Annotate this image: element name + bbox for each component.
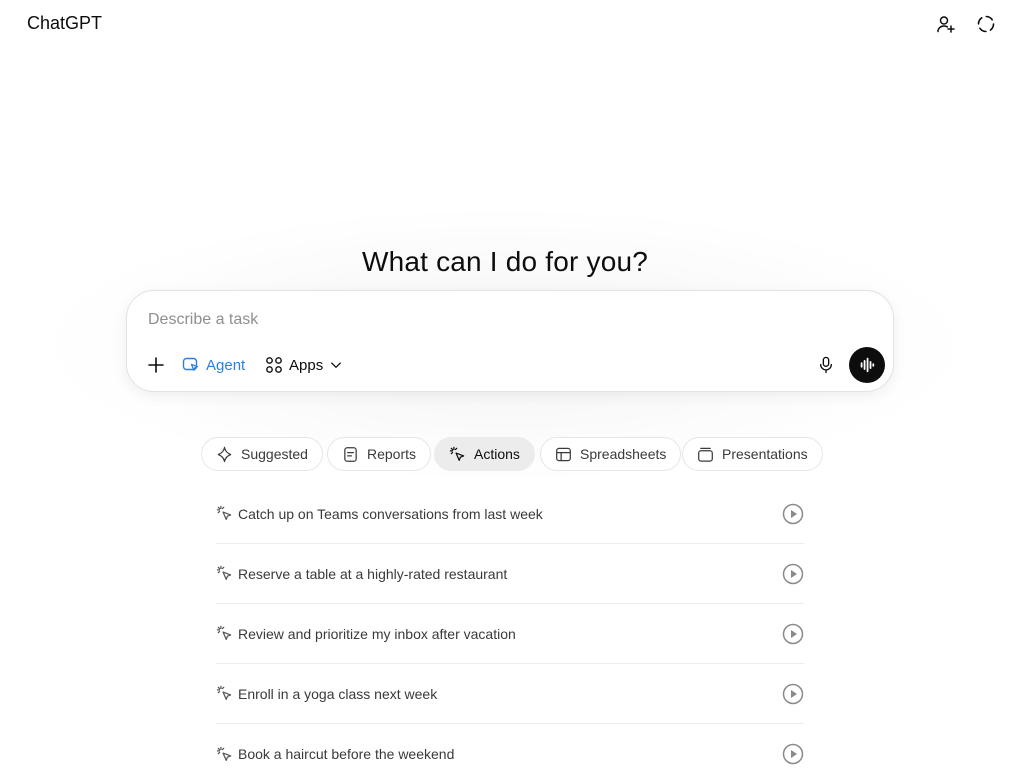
- app-root: ChatGPT What can I do for you? Describe …: [0, 0, 1010, 780]
- list-item-label: Reserve a table at a highly-rated restau…: [238, 565, 508, 582]
- list-item[interactable]: Reserve a table at a highly-rated restau…: [216, 544, 804, 604]
- table-icon: [556, 447, 571, 461]
- task-input[interactable]: Describe a task: [148, 311, 258, 329]
- add-person-icon: [937, 16, 955, 33]
- apps-label: Apps: [289, 356, 324, 374]
- list-item[interactable]: Catch up on Teams conversations from las…: [216, 484, 804, 544]
- tab-label: Spreadsheets: [580, 446, 667, 462]
- document-icon: [344, 446, 357, 462]
- tab-label: Actions: [474, 446, 520, 462]
- cursor-click-icon: [449, 446, 465, 461]
- play-icon[interactable]: [782, 683, 804, 705]
- voice-mode-button[interactable]: [849, 347, 885, 383]
- tab-spreadsheets[interactable]: Spreadsheets: [540, 437, 682, 471]
- cursor-click-icon: [216, 685, 234, 703]
- agent-label: Agent: [206, 356, 246, 374]
- invite-button[interactable]: [934, 12, 958, 36]
- tab-label: Suggested: [241, 446, 308, 462]
- slides-icon: [698, 447, 713, 462]
- cursor-click-icon: [216, 505, 234, 523]
- agent-mode-button[interactable]: Agent: [182, 352, 245, 378]
- tab-suggested[interactable]: Suggested: [201, 437, 323, 471]
- list-item[interactable]: Enroll in a yoga class next week: [216, 664, 804, 724]
- list-item-label: Enroll in a yoga class next week: [238, 685, 438, 702]
- voice-waveform-icon: [860, 357, 875, 373]
- list-item[interactable]: Book a haircut before the weekend: [216, 724, 804, 780]
- tab-actions[interactable]: Actions: [434, 437, 535, 471]
- tab-label: Reports: [367, 446, 417, 462]
- cursor-click-icon: [216, 745, 234, 763]
- play-icon[interactable]: [782, 743, 804, 765]
- microphone-icon: [820, 356, 832, 374]
- agent-icon: [182, 357, 199, 371]
- add-attachment-button[interactable]: [145, 352, 167, 378]
- plus-icon: [148, 357, 164, 373]
- category-tabs: Suggested Reports Actions Spreadsheets P…: [0, 437, 1010, 471]
- action-suggestions: Catch up on Teams conversations from las…: [216, 484, 804, 780]
- play-icon[interactable]: [782, 563, 804, 585]
- dictate-button[interactable]: [815, 353, 837, 377]
- composer: Describe a task Agent Apps: [126, 290, 894, 392]
- page-headline: What can I do for you?: [361, 246, 649, 277]
- sparkle-icon: [217, 446, 232, 462]
- cursor-click-icon: [216, 625, 234, 643]
- brand-title[interactable]: ChatGPT: [27, 13, 102, 34]
- tab-presentations[interactable]: Presentations: [682, 437, 823, 471]
- tab-reports[interactable]: Reports: [327, 437, 432, 471]
- top-bar: ChatGPT: [0, 0, 1010, 48]
- list-item[interactable]: Review and prioritize my inbox after vac…: [216, 604, 804, 664]
- chevron-down-icon: [331, 362, 342, 368]
- list-item-label: Catch up on Teams conversations from las…: [238, 505, 543, 522]
- cursor-click-icon: [216, 565, 234, 583]
- dashed-circle-icon: [977, 15, 995, 33]
- tab-label: Presentations: [722, 446, 808, 462]
- play-icon[interactable]: [782, 503, 804, 525]
- apps-grid-icon: [266, 357, 282, 373]
- temporary-chat-button[interactable]: [974, 12, 998, 36]
- list-item-label: Book a haircut before the weekend: [238, 746, 455, 762]
- play-icon[interactable]: [782, 623, 804, 645]
- list-item-label: Review and prioritize my inbox after vac…: [238, 625, 516, 642]
- apps-dropdown[interactable]: Apps: [265, 352, 343, 378]
